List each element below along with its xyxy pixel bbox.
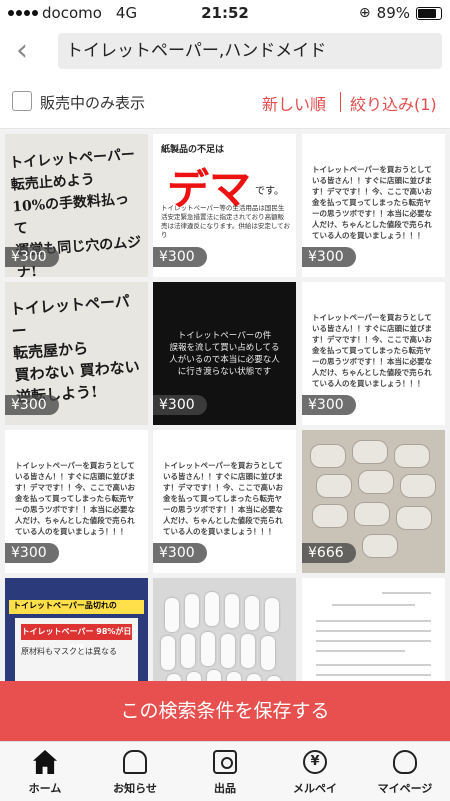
- bell-icon: [123, 750, 147, 774]
- notice-text: トイレットペーパーの件 誤報を流して買い占めしてる人がいるので本当に必要な人に行…: [169, 331, 280, 377]
- product-card[interactable]: トイレットペーパーを買おうとしている皆さん！！すぐに店頭に並びます！デマです！！…: [153, 430, 296, 573]
- filter-button[interactable]: 絞り込み(1): [350, 91, 437, 115]
- product-card[interactable]: トイレットペーパー品切れの トイレットペーパー 98%が日本産 原材料もマスクと…: [5, 578, 148, 684]
- price-tag: ¥300: [302, 395, 356, 415]
- bottom-tab-bar: ホーム お知らせ 出品 ¥ メルペイ マイページ: [0, 741, 450, 801]
- tab-notifications[interactable]: お知らせ: [90, 742, 180, 801]
- product-card[interactable]: ¥666: [302, 430, 445, 573]
- filter-bar: 販売中のみ表示 新しい順 絞り込み(1): [0, 78, 450, 129]
- price-tag: ¥300: [153, 395, 207, 415]
- tab-label: 出品: [214, 782, 236, 795]
- notice-header: 紙製品の不足は: [161, 145, 225, 155]
- product-card[interactable]: トイレットペーパーを買おうとしている皆さん！！すぐに店頭に並びます！デマです！！…: [302, 134, 445, 277]
- price-tag: ¥300: [153, 543, 207, 563]
- price-tag: ¥300: [302, 247, 356, 267]
- notice-text: トイレットペーパーを買おうとしている皆さん！！すぐに店頭に並びます！デマです！！…: [163, 461, 283, 536]
- tab-label: マイページ: [377, 782, 433, 795]
- product-card[interactable]: トイレットペーパー 転売止めよう 10%の手数料払って 運営も同じ穴のムジナ! …: [5, 134, 148, 277]
- price-tag: ¥300: [5, 247, 59, 267]
- person-icon: [393, 750, 417, 774]
- notice-text: トイレットペーパーを買おうとしている皆さん！！すぐに店頭に並びます！デマです！！…: [15, 461, 135, 536]
- tv-line-2: 原材料もマスクとは異なる: [21, 647, 117, 656]
- handwritten-note: トイレットペーパー 転売屋から 買わない 買わない 逆転しよう!: [9, 292, 141, 407]
- price-tag: ¥300: [153, 247, 207, 267]
- tv-panel: トイレットペーパー 98%が日本産 原材料もマスクとは異なる: [15, 618, 138, 684]
- price-tag: ¥300: [5, 395, 59, 415]
- tab-label: メルペイ: [293, 782, 337, 795]
- product-grid: トイレットペーパー 転売止めよう 10%の手数料払って 運営も同じ穴のムジナ! …: [5, 134, 445, 684]
- price-tag: ¥300: [5, 543, 59, 563]
- tab-mypage[interactable]: マイページ: [360, 742, 450, 801]
- back-icon[interactable]: ‹: [8, 36, 36, 68]
- sort-button[interactable]: 新しい順: [262, 91, 326, 115]
- product-card[interactable]: [153, 578, 296, 684]
- product-card[interactable]: トイレットペーパーを買おうとしている皆さん！！すぐに店頭に並びます！デマです！！…: [302, 282, 445, 425]
- notice-suffix: です。: [255, 186, 284, 197]
- product-card[interactable]: トイレットペーパーを買おうとしている皆さん！！すぐに店頭に並びます！デマです！！…: [5, 430, 148, 573]
- tab-sell[interactable]: 出品: [180, 742, 270, 801]
- camera-icon: [213, 750, 237, 774]
- status-bar: docomo 4G 21:52 ⊕ 89%: [0, 0, 450, 26]
- product-card[interactable]: トイレットペーパー 転売屋から 買わない 買わない 逆転しよう! ¥300: [5, 282, 148, 425]
- search-input[interactable]: トイレットペーパー,ハンドメイド: [58, 33, 442, 69]
- notice-body: トイレットペーパー等の生活用品は国民生活安定緊急措置法に指定されており高額販売は…: [161, 204, 290, 239]
- on-sale-only-label[interactable]: 販売中のみ表示: [40, 92, 145, 113]
- product-card[interactable]: トイレットペーパーの件 誤報を流して買い占めしてる人がいるので本当に必要な人に行…: [153, 282, 296, 425]
- yen-icon: ¥: [303, 750, 327, 774]
- save-search-button[interactable]: この検索条件を保存する: [0, 681, 450, 741]
- battery-percent: 89%: [376, 4, 410, 22]
- tab-label: ホーム: [28, 782, 62, 795]
- home-icon: [33, 750, 57, 774]
- divider: [340, 92, 341, 112]
- price-tag: ¥666: [302, 543, 356, 563]
- on-sale-only-checkbox[interactable]: [12, 91, 32, 111]
- product-card[interactable]: [302, 578, 445, 684]
- orientation-lock-icon: ⊕: [358, 5, 371, 21]
- tab-home[interactable]: ホーム: [0, 742, 90, 801]
- notice-text: トイレットペーパーを買おうとしている皆さん！！すぐに店頭に並びます！デマです！！…: [312, 165, 432, 240]
- notice-text: トイレットペーパーを買おうとしている皆さん！！すぐに店頭に並びます！デマです！！…: [312, 313, 432, 388]
- battery-icon: [416, 6, 442, 20]
- tab-merpay[interactable]: ¥ メルペイ: [270, 742, 360, 801]
- tv-caption: トイレットペーパー品切れの: [9, 600, 144, 614]
- product-card[interactable]: 紙製品の不足は デマ です。 トイレットペーパー等の生活用品は国民生活安定緊急措…: [153, 134, 296, 277]
- tab-label: お知らせ: [113, 782, 157, 795]
- tv-line-1: トイレットペーパー 98%が日本産: [21, 624, 132, 652]
- search-header: ‹ トイレットペーパー,ハンドメイド: [0, 26, 450, 78]
